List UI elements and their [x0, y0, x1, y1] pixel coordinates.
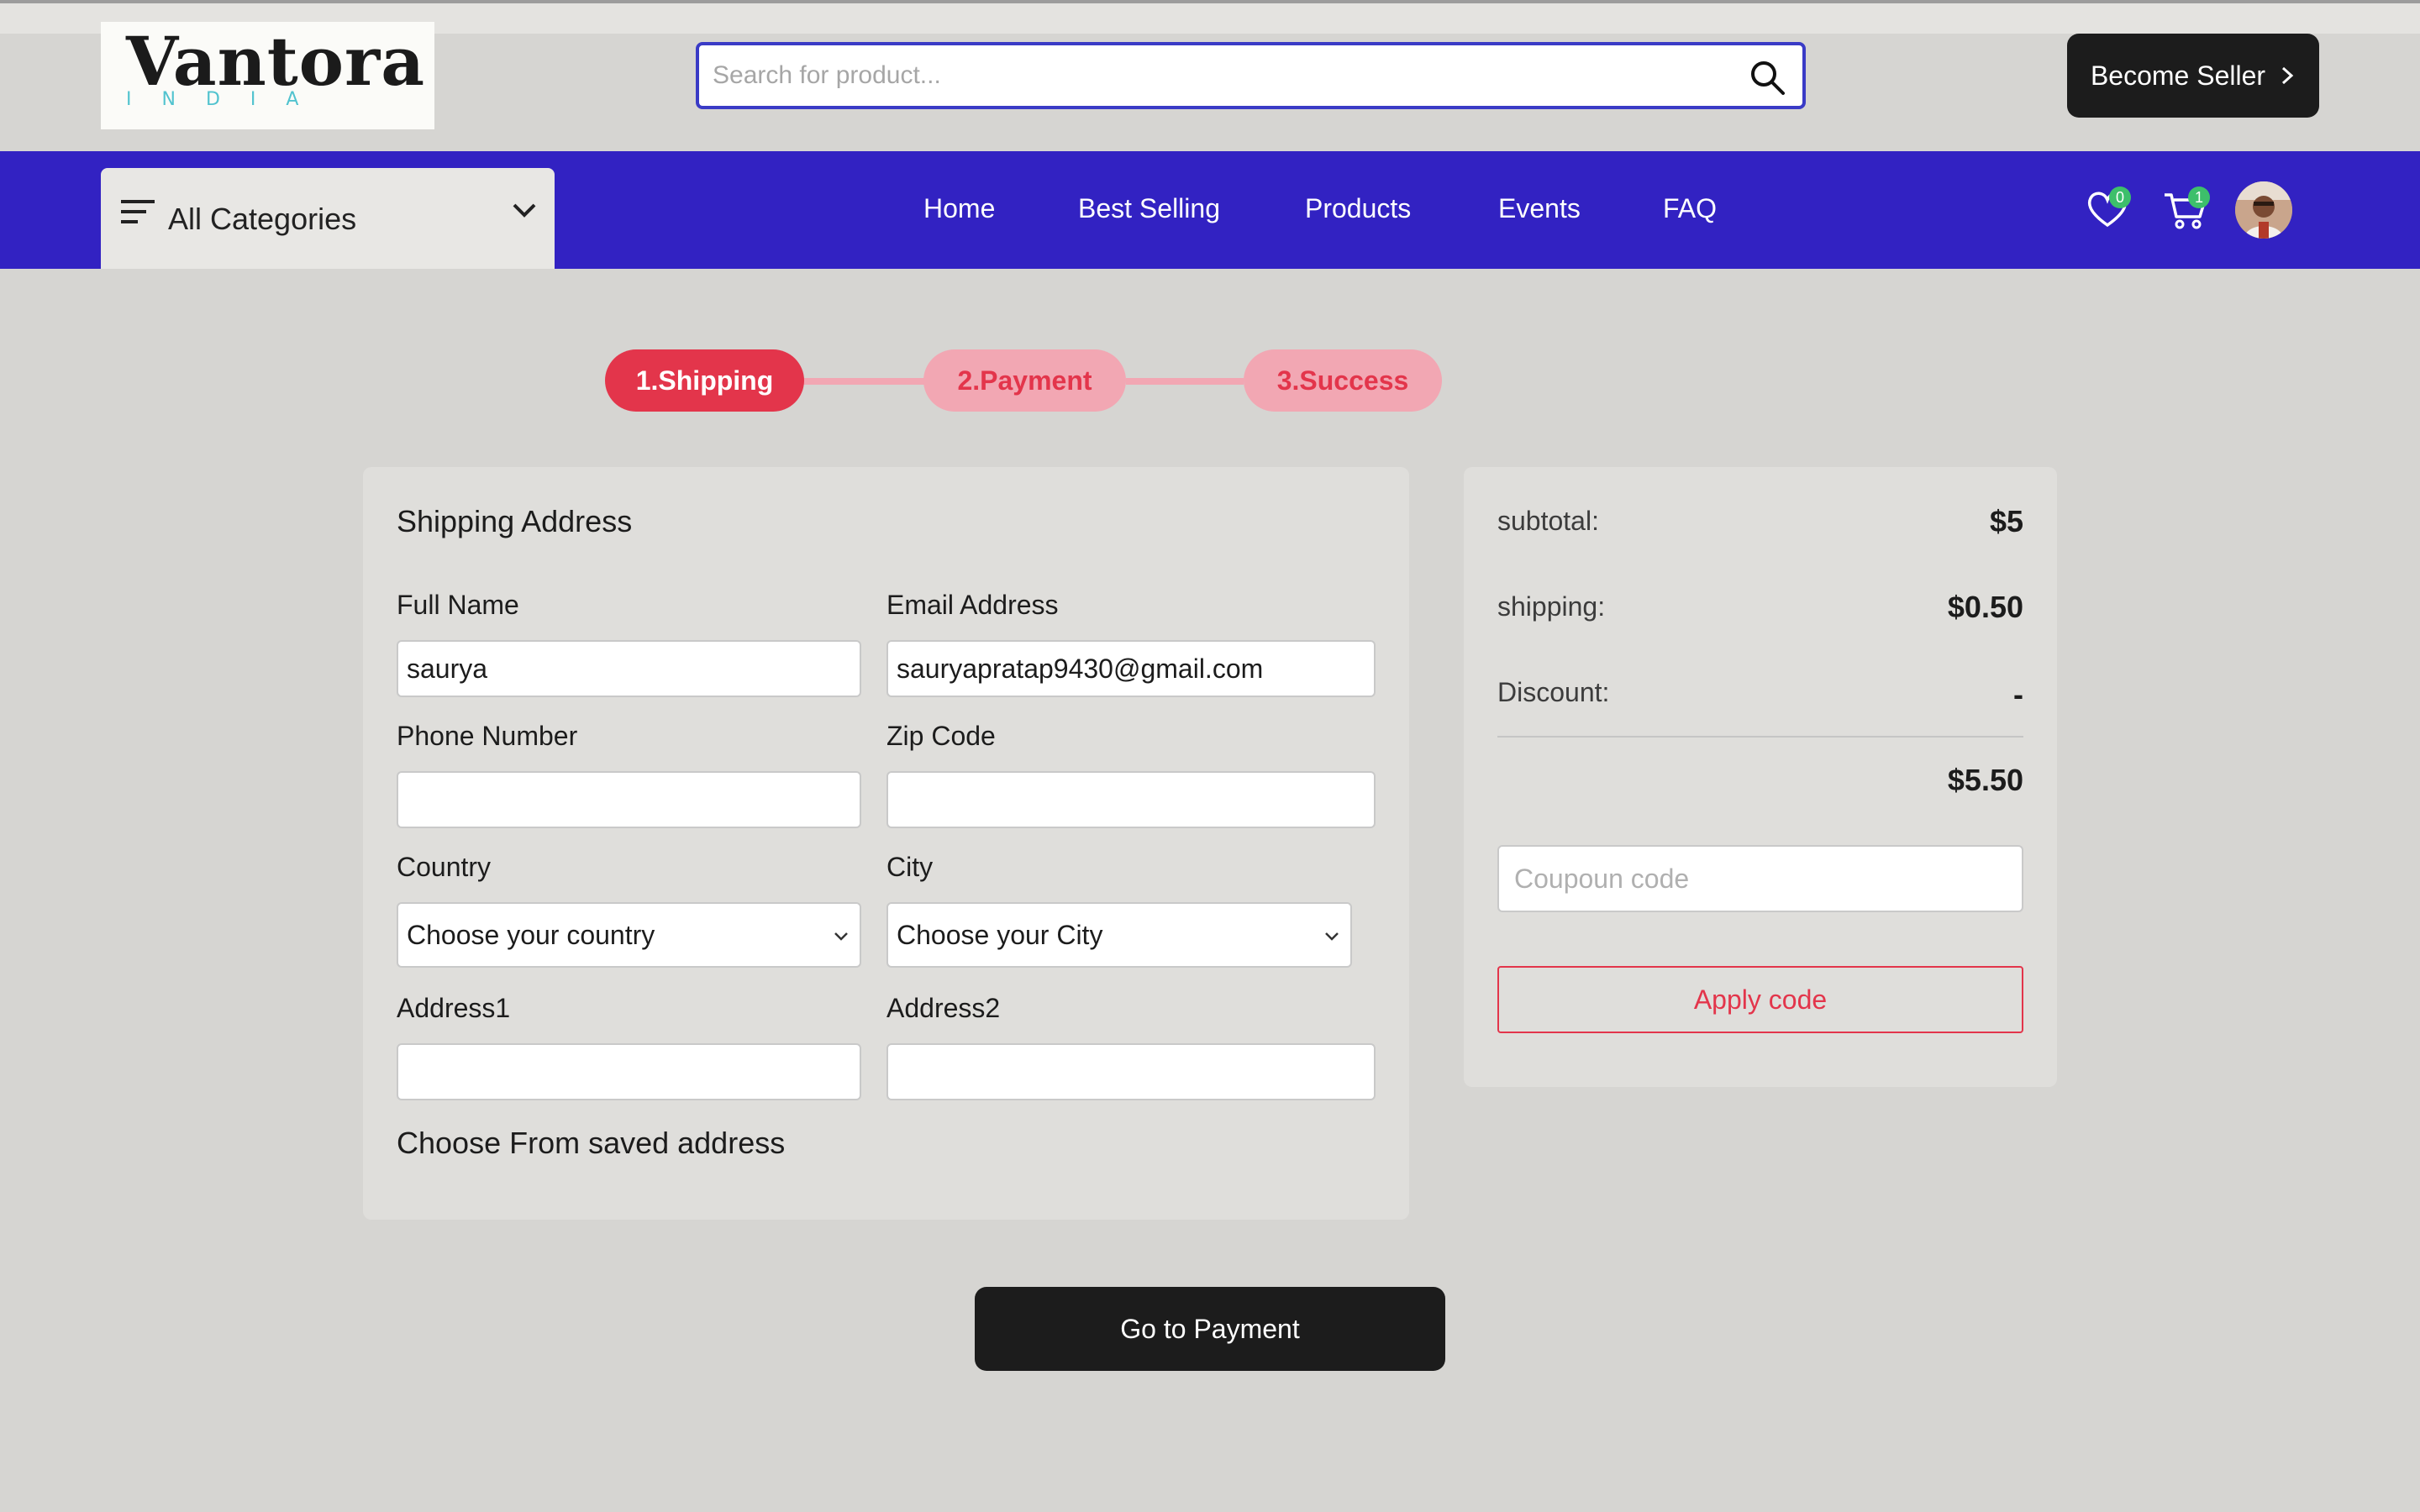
wishlist-button[interactable]: 0 [2082, 183, 2133, 234]
shipping-address-title: Shipping Address [397, 504, 633, 538]
coupon-code-input[interactable] [1497, 845, 2023, 912]
wishlist-count-badge: 0 [2109, 186, 2131, 208]
go-to-payment-button[interactable]: Go to Payment [975, 1287, 1445, 1371]
city-select[interactable]: Choose your City [886, 902, 1352, 968]
address1-label: Address1 [397, 993, 511, 1023]
nav-link-best-selling[interactable]: Best Selling [1078, 193, 1220, 224]
become-seller-button[interactable]: Become Seller [2067, 34, 2319, 118]
step-connector [1126, 378, 1244, 385]
full-name-label: Full Name [397, 590, 519, 620]
search-icon[interactable] [1749, 59, 1786, 96]
nav-links: Home Best Selling Products Events FAQ [0, 193, 2420, 227]
full-name-input[interactable] [397, 640, 861, 697]
country-label: Country [397, 852, 492, 882]
shipping-value: $0.50 [1947, 590, 2023, 624]
chevron-down-icon [1325, 932, 1339, 941]
site-logo[interactable]: Vantora INDIA [101, 22, 434, 129]
zip-code-label: Zip Code [886, 721, 996, 751]
summary-divider [1497, 736, 2023, 738]
step-shipping: 1.Shipping [605, 349, 804, 412]
user-photo-icon [2235, 181, 2292, 239]
zip-code-input[interactable] [886, 771, 1376, 828]
nav-link-events[interactable]: Events [1498, 193, 1581, 224]
total-value: $5.50 [1947, 763, 2023, 797]
step-success: 3.Success [1244, 349, 1442, 412]
become-seller-label: Become Seller [2090, 60, 2266, 91]
cart-count-badge: 1 [2188, 186, 2210, 208]
apply-code-button[interactable]: Apply code [1497, 966, 2023, 1033]
order-summary-card: subtotal: $5 shipping: $0.50 Discount: -… [1464, 467, 2057, 1087]
email-label: Email Address [886, 590, 1059, 620]
user-avatar[interactable] [2235, 181, 2292, 239]
search-input[interactable] [713, 45, 1721, 106]
subtotal-value: $5 [1989, 504, 2023, 538]
country-select[interactable]: Choose your country [397, 902, 861, 968]
shipping-address-card: Shipping Address Full Name Email Address… [363, 467, 1409, 1220]
phone-label: Phone Number [397, 721, 578, 751]
discount-label: Discount: [1497, 677, 1610, 707]
address1-input[interactable] [397, 1043, 861, 1100]
address2-label: Address2 [886, 993, 1001, 1023]
address2-input[interactable] [886, 1043, 1376, 1100]
step-connector [802, 378, 929, 385]
subtotal-label: subtotal: [1497, 506, 1599, 536]
logo-subtext: INDIA [126, 89, 329, 110]
city-selected-value: Choose your City [897, 919, 1103, 950]
phone-input[interactable] [397, 771, 861, 828]
choose-saved-address-link[interactable]: Choose From saved address [397, 1126, 785, 1161]
step-payment: 2.Payment [923, 349, 1126, 412]
nav-link-faq[interactable]: FAQ [1663, 193, 1717, 224]
cart-button[interactable]: 1 [2161, 183, 2212, 234]
country-selected-value: Choose your country [407, 919, 655, 950]
search-bar [696, 42, 1806, 109]
chevron-down-icon [834, 932, 848, 941]
chevron-right-icon [2282, 66, 2294, 85]
checkout-progress: 1.Shipping 2.Payment 3.Success [0, 344, 2420, 412]
email-input[interactable] [886, 640, 1376, 697]
shipping-label: shipping: [1497, 591, 1606, 622]
nav-link-home[interactable]: Home [923, 193, 995, 224]
discount-value: - [2013, 677, 2023, 711]
nav-link-products[interactable]: Products [1305, 193, 1411, 224]
city-label: City [886, 852, 934, 882]
